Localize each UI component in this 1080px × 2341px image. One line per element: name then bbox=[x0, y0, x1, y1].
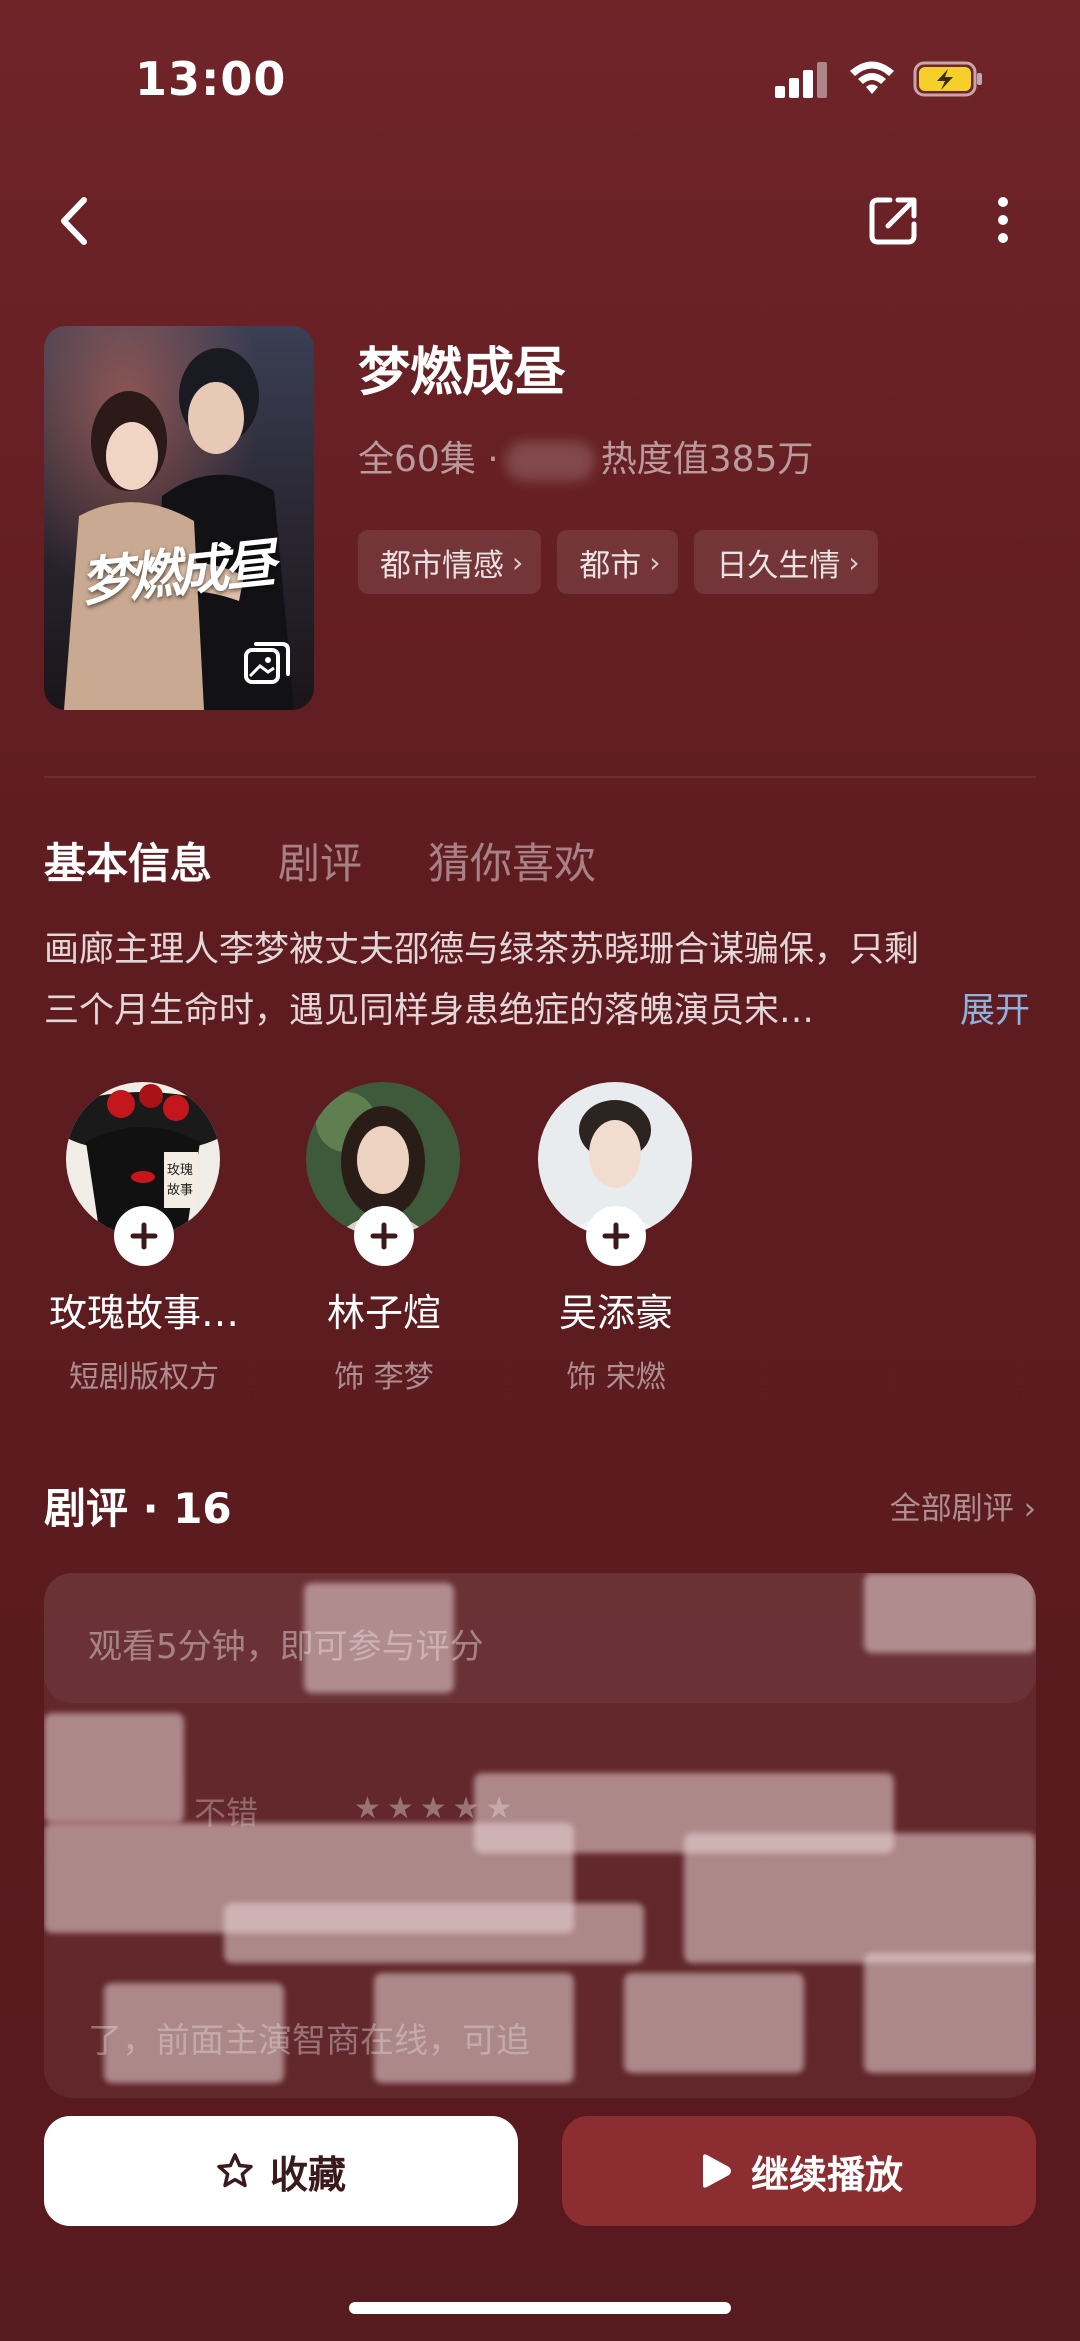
cast-name: 玫瑰故事… bbox=[48, 1291, 239, 1335]
tab-reviews[interactable]: 剧评 bbox=[278, 830, 362, 891]
wifi-icon bbox=[850, 61, 894, 94]
reviews-header: 剧评 · 16 全部剧评 › bbox=[44, 1475, 1036, 1535]
bottom-action-bar: 收藏 继续播放 bbox=[0, 2116, 1080, 2226]
redaction-scribble bbox=[224, 1903, 644, 1963]
tag-list: 都市情感 › 都市 › 日久生情 › bbox=[358, 530, 878, 594]
cast-name: 林子煊 bbox=[326, 1291, 441, 1335]
redaction-scribble bbox=[684, 1833, 1036, 1963]
follow-plus-icon[interactable] bbox=[586, 1206, 646, 1266]
back-icon[interactable] bbox=[52, 192, 102, 250]
redaction-scribble bbox=[104, 1983, 284, 2083]
cast-name: 吴添豪 bbox=[558, 1291, 673, 1335]
cast-role: 短剧版权方 bbox=[69, 1360, 219, 1395]
more-icon[interactable] bbox=[985, 192, 1021, 248]
collect-button[interactable]: 收藏 bbox=[44, 2116, 518, 2226]
home-indicator bbox=[349, 2302, 731, 2314]
cast-list: 玫瑰 故事 玫瑰故事… 短剧版权方 林子煊 饰 李梦 吴添豪 饰 宋燃 bbox=[34, 1082, 738, 1402]
cast-item[interactable]: 玫瑰 故事 玫瑰故事… 短剧版权方 bbox=[34, 1082, 274, 1402]
play-label: 继续播放 bbox=[750, 2152, 903, 2197]
chevron-right-icon: › bbox=[512, 545, 524, 579]
redaction-scribble bbox=[624, 1973, 804, 2073]
divider bbox=[44, 776, 1036, 778]
tab-recommendations[interactable]: 猜你喜欢 bbox=[428, 830, 596, 891]
battery-charging-icon bbox=[913, 61, 982, 97]
review-card[interactable]: 观看5分钟，即可参与评分 不错 ★★★★★ 了，前面主演智商在线，可追 bbox=[44, 1573, 1036, 2098]
play-icon bbox=[702, 2154, 731, 2188]
reviews-title: 剧评 · 16 bbox=[44, 1484, 232, 1533]
expand-link[interactable]: 展开 bbox=[960, 981, 1030, 1042]
svg-text:玫瑰: 玫瑰 bbox=[167, 1162, 193, 1178]
tab-bar: 基本信息 剧评 猜你喜欢 bbox=[44, 830, 596, 891]
nav-bar bbox=[0, 180, 1080, 260]
svg-text:故事: 故事 bbox=[167, 1183, 193, 1198]
tag-urban[interactable]: 都市 › bbox=[557, 530, 679, 594]
cast-role: 饰 宋燃 bbox=[566, 1360, 666, 1395]
tab-basic-info[interactable]: 基本信息 bbox=[44, 830, 212, 891]
tag-slow-burn[interactable]: 日久生情 › bbox=[694, 530, 878, 594]
redaction-scribble bbox=[304, 1583, 454, 1693]
synopsis-line: 三个月生命时，遇见同样身患绝症的落魄演员宋… bbox=[44, 991, 815, 1031]
status-bar: 13:00 bbox=[0, 0, 1080, 150]
heat-value: 热度值385万 bbox=[600, 439, 814, 480]
collect-label: 收藏 bbox=[269, 2152, 346, 2197]
drama-title: 梦燃成昼 bbox=[358, 343, 567, 403]
follow-plus-icon[interactable] bbox=[354, 1206, 414, 1266]
chevron-right-icon: › bbox=[848, 545, 860, 579]
cast-item[interactable]: 林子煊 饰 李梦 bbox=[274, 1082, 506, 1402]
drama-poster[interactable]: 梦燃成昼 bbox=[44, 326, 314, 710]
redaction-scribble bbox=[374, 1973, 574, 2083]
continue-play-button[interactable]: 继续播放 bbox=[562, 2116, 1036, 2226]
follow-plus-icon[interactable] bbox=[114, 1206, 174, 1266]
cast-role: 饰 李梦 bbox=[334, 1360, 434, 1395]
chevron-right-icon: › bbox=[1023, 1491, 1036, 1527]
synopsis: 画廊主理人李梦被丈夫邵德与绿茶苏晓珊合谋骗保，只剩 三个月生命时，遇见同样身患绝… bbox=[44, 920, 1036, 1042]
all-reviews-link[interactable]: 全部剧评 › bbox=[890, 1483, 1036, 1528]
drama-meta: 全60集 · 热度值385万 bbox=[358, 430, 813, 482]
blurred-region bbox=[504, 441, 595, 481]
star-outline-icon bbox=[217, 2153, 253, 2188]
gallery-icon[interactable] bbox=[242, 638, 292, 688]
status-time: 13:00 bbox=[135, 52, 287, 106]
cast-item[interactable]: 吴添豪 饰 宋燃 bbox=[506, 1082, 738, 1402]
episode-count: 全60集 · bbox=[358, 439, 499, 480]
share-icon[interactable] bbox=[866, 192, 922, 248]
redaction-scribble bbox=[864, 1573, 1036, 1653]
cellular-signal-icon bbox=[775, 62, 827, 98]
chevron-right-icon: › bbox=[649, 545, 661, 579]
tag-urban-romance[interactable]: 都市情感 › bbox=[358, 530, 542, 594]
redaction-scribble bbox=[864, 1953, 1036, 2073]
synopsis-line: 画廊主理人李梦被丈夫邵德与绿茶苏晓珊合谋骗保，只剩 bbox=[44, 930, 920, 970]
redaction-scribble bbox=[44, 1713, 184, 1823]
